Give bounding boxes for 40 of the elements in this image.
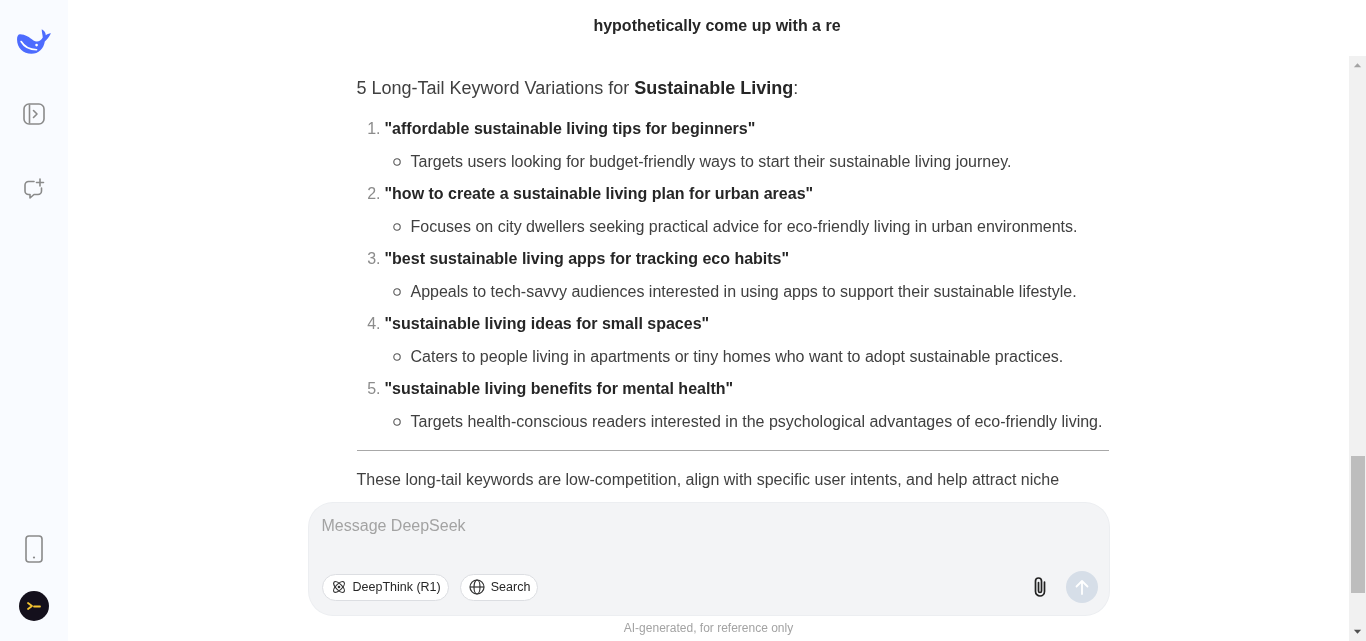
disclaimer-text: AI-generated, for reference only [622,620,795,637]
toggle-button[interactable]: Search [459,573,539,601]
detail-text: Focuses on city dwellers seeking practical advice for eco-friendly living in urban environments. [410,217,1078,236]
detail-text: Caters to people living in apartments or tiny homes who want to adopt sustainable practices. [410,347,1064,366]
paperclip-icon[interactable] [1032,576,1047,598]
detail-text: Targets health-conscious readers interested in the psychological advantages of eco-friendly living. [410,412,1103,431]
keyword-text: "sustainable living ideas for small spaces" [384,315,710,334]
bullet-icon [392,222,401,231]
sidebar-toggle-icon[interactable] [23,103,45,125]
list-number: 1. [366,120,381,139]
detail-text: Targets users looking for budget-friendly ways to start their sustainable living journey. [410,152,1012,171]
message-input[interactable]: Message DeepSeek [321,514,1098,557]
detail-text: Appeals to tech-savvy audiences interested in using apps to support their sustainable lifestyle. [410,282,1077,301]
list-number: 5. [366,380,381,399]
atom-icon [330,579,347,595]
keyword-text: "sustainable living benefits for mental health" [384,380,734,399]
scrollbar-thumb[interactable] [1350,456,1365,593]
mobile-phone-icon[interactable] [25,535,43,563]
bullet-icon [392,352,401,361]
new-chat-icon[interactable] [23,178,45,200]
bullet-icon [392,287,401,296]
arrow-up-icon [1074,579,1089,595]
paragraph-text: These long-tail keywords are low-competition, align with specific user intents, and help attract niche [356,470,1061,490]
scroll-up-icon[interactable] [1353,62,1362,68]
list-number: 2. [366,185,381,204]
list-number: 3. [366,250,381,269]
whale-logo-icon[interactable] [16,28,52,55]
globe-icon [468,579,485,595]
bullet-icon [392,157,401,166]
avatar-icon[interactable] [19,591,49,621]
scroll-down-icon[interactable] [1353,629,1362,635]
answer-heading: 5 Long-Tail Keyword Variations for Sustainable Living: [356,77,800,100]
keyword-text: "affordable sustainable living tips for beginners" [384,120,756,139]
bullet-icon [392,417,401,426]
list-number: 4. [366,315,381,334]
message-composer[interactable]: Message DeepSeek DeepThink (R1) Search [308,503,1109,615]
toggle-button[interactable]: DeepThink (R1) [321,573,449,601]
keyword-text: "best sustainable living apps for tracking eco habits" [384,250,790,269]
keyword-text: "how to create a sustainable living plan for urban areas" [384,185,814,204]
chat-title: hypothetically come up with a re [593,16,841,36]
